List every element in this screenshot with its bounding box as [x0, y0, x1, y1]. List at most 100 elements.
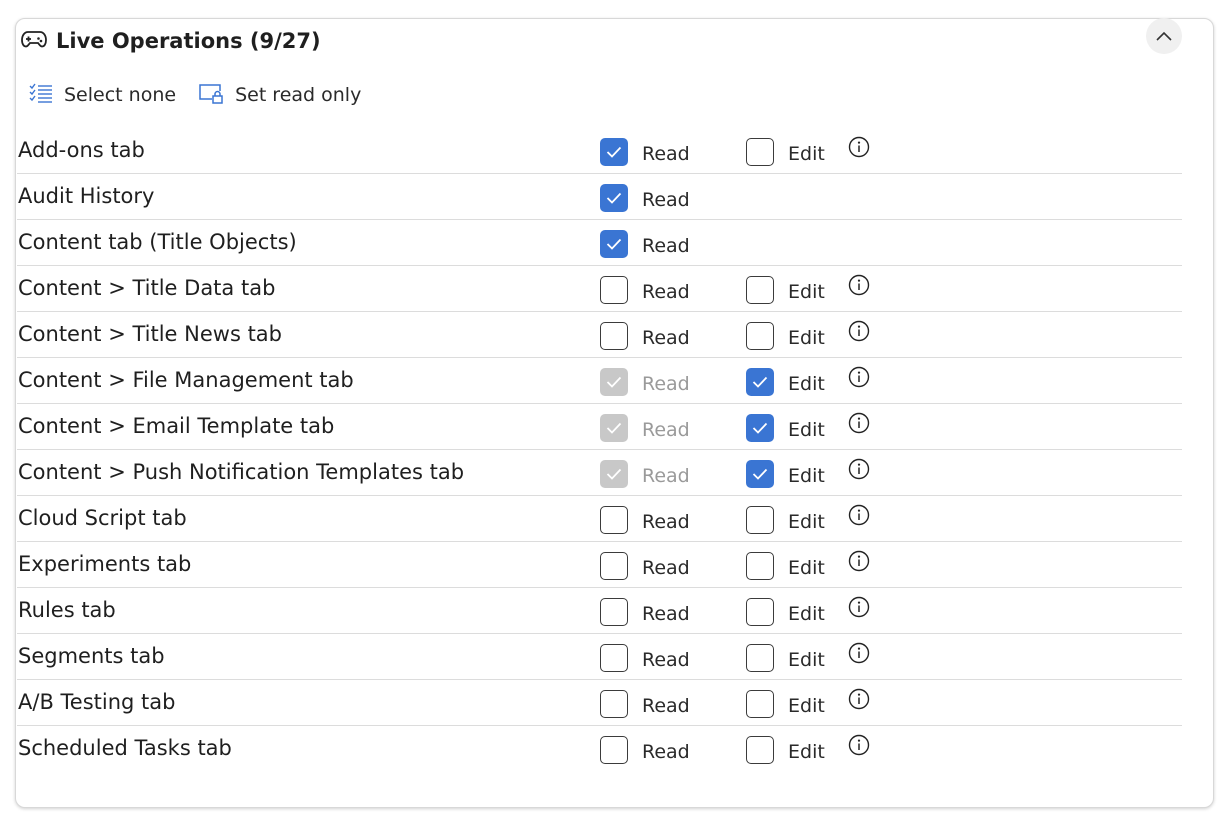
edit-checkbox[interactable] [746, 690, 774, 718]
edit-permission[interactable]: Edit [746, 138, 825, 166]
edit-permission[interactable]: Edit [746, 506, 825, 534]
read-permission[interactable]: Read [600, 230, 690, 258]
read-permission: Read [600, 414, 690, 442]
read-checkbox[interactable] [600, 276, 628, 304]
permission-row-rules-tab: Rules tab Read Edit [17, 588, 1182, 634]
checkmark-icon [606, 238, 622, 250]
info-icon[interactable] [848, 642, 870, 664]
read-checkbox[interactable] [600, 184, 628, 212]
info-icon[interactable] [848, 688, 870, 710]
read-checkbox[interactable] [600, 138, 628, 166]
info-icon[interactable] [848, 734, 870, 756]
edit-checkbox[interactable] [746, 276, 774, 304]
permission-row-audit-history: Audit History Read [17, 174, 1182, 220]
permission-name: Content > Email Template tab [18, 414, 335, 438]
edit-checkbox[interactable] [746, 506, 774, 534]
edit-permission[interactable]: Edit [746, 276, 825, 304]
edit-label: Edit [788, 557, 825, 579]
permission-name: Content > Push Notification Templates ta… [18, 460, 465, 484]
info-icon[interactable] [848, 550, 870, 572]
permission-list: Add-ons tab Read Edit Audit History Read Cont… [17, 128, 1182, 771]
edit-permission[interactable]: Edit [746, 552, 825, 580]
read-permission[interactable]: Read [600, 644, 690, 672]
edit-checkbox[interactable] [746, 644, 774, 672]
edit-permission[interactable]: Edit [746, 690, 825, 718]
read-checkbox[interactable] [600, 690, 628, 718]
read-permission[interactable]: Read [600, 138, 690, 166]
section-title: Live Operations (9/27) [56, 29, 321, 53]
read-label: Read [642, 511, 690, 533]
read-permission[interactable]: Read [600, 184, 690, 212]
permission-name: Content > Title Data tab [18, 276, 276, 300]
read-label: Read [642, 327, 690, 349]
permission-name: Cloud Script tab [18, 506, 187, 530]
read-permission[interactable]: Read [600, 736, 690, 764]
edit-label: Edit [788, 419, 825, 441]
checkmark-icon [606, 192, 622, 204]
edit-checkbox[interactable] [746, 460, 774, 488]
read-permission[interactable]: Read [600, 552, 690, 580]
edit-label: Edit [788, 465, 825, 487]
read-label: Read [642, 235, 690, 257]
permission-name: Segments tab [18, 644, 165, 668]
chevron-up-icon [1155, 27, 1173, 46]
collapse-button[interactable] [1146, 18, 1182, 54]
edit-checkbox[interactable] [746, 598, 774, 626]
read-permission[interactable]: Read [600, 598, 690, 626]
edit-checkbox[interactable] [746, 138, 774, 166]
info-icon[interactable] [848, 136, 870, 158]
read-permission[interactable]: Read [600, 276, 690, 304]
info-icon[interactable] [848, 366, 870, 388]
read-checkbox[interactable] [600, 598, 628, 626]
read-checkbox[interactable] [600, 230, 628, 258]
permission-row-a-b-testing-tab: A/B Testing tab Read Edit [17, 680, 1182, 726]
edit-label: Edit [788, 373, 825, 395]
edit-permission[interactable]: Edit [746, 368, 825, 396]
read-checkbox[interactable] [600, 506, 628, 534]
select-none-button[interactable]: Select none [29, 83, 176, 107]
checkmark-icon [606, 146, 622, 158]
info-icon[interactable] [848, 320, 870, 342]
checkmark-icon [606, 422, 622, 434]
info-icon[interactable] [848, 504, 870, 526]
edit-label: Edit [788, 327, 825, 349]
read-checkbox[interactable] [600, 736, 628, 764]
permission-name: Experiments tab [18, 552, 192, 576]
edit-label: Edit [788, 649, 825, 671]
permission-name: Audit History [18, 184, 155, 208]
edit-label: Edit [788, 695, 825, 717]
read-permission[interactable]: Read [600, 322, 690, 350]
read-label: Read [642, 143, 690, 165]
edit-label: Edit [788, 603, 825, 625]
read-checkbox[interactable] [600, 552, 628, 580]
edit-checkbox[interactable] [746, 414, 774, 442]
edit-checkbox[interactable] [746, 552, 774, 580]
permission-row-segments-tab: Segments tab Read Edit [17, 634, 1182, 680]
info-icon[interactable] [848, 596, 870, 618]
permission-row-add-ons-tab: Add-ons tab Read Edit [17, 128, 1182, 174]
info-icon[interactable] [848, 274, 870, 296]
permission-row-content-title-news-tab: Content > Title News tab Read Edit [17, 312, 1182, 358]
set-read-only-button[interactable]: Set read only [198, 82, 361, 108]
permission-row-content-file-management-tab: Content > File Management tab Read Edit [17, 358, 1182, 404]
permission-row-content-email-template-tab: Content > Email Template tab Read Edit [17, 404, 1182, 450]
edit-permission[interactable]: Edit [746, 736, 825, 764]
set-read-only-label: Set read only [235, 84, 362, 106]
edit-permission[interactable]: Edit [746, 598, 825, 626]
gamepad-icon [21, 29, 47, 53]
edit-permission[interactable]: Edit [746, 644, 825, 672]
info-icon[interactable] [848, 458, 870, 480]
edit-checkbox[interactable] [746, 322, 774, 350]
read-permission[interactable]: Read [600, 506, 690, 534]
read-permission[interactable]: Read [600, 690, 690, 718]
read-checkbox[interactable] [600, 322, 628, 350]
info-icon[interactable] [848, 412, 870, 434]
edit-checkbox[interactable] [746, 368, 774, 396]
edit-checkbox[interactable] [746, 736, 774, 764]
edit-permission[interactable]: Edit [746, 414, 825, 442]
permission-row-content-title-data-tab: Content > Title Data tab Read Edit [17, 266, 1182, 312]
edit-permission[interactable]: Edit [746, 322, 825, 350]
read-checkbox [600, 460, 628, 488]
read-checkbox[interactable] [600, 644, 628, 672]
edit-permission[interactable]: Edit [746, 460, 825, 488]
